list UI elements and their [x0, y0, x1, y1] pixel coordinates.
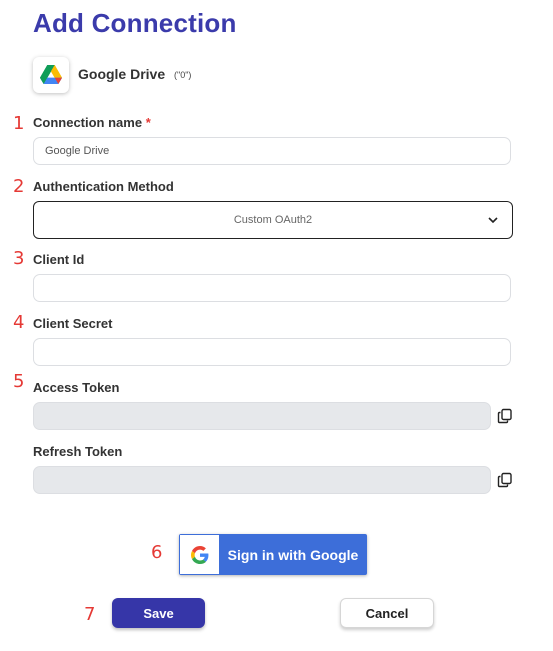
copy-refresh-token-icon[interactable] [497, 472, 513, 488]
client-secret-input[interactable] [33, 338, 511, 366]
step-number-7: 7 [84, 604, 96, 625]
google-signin-label: Sign in with Google [227, 546, 359, 563]
google-signin-button[interactable]: Sign in with Google [179, 534, 367, 575]
step-number-5: 5 [13, 371, 25, 392]
chevron-down-icon [488, 217, 498, 224]
refresh-token-label: Refresh Token [33, 444, 123, 459]
cancel-button[interactable]: Cancel [340, 598, 434, 628]
save-button[interactable]: Save [112, 598, 205, 628]
auth-method-label: Authentication Method [33, 179, 174, 194]
app-icon-tile [33, 57, 69, 93]
required-asterisk: * [145, 115, 151, 130]
step-number-6: 6 [151, 542, 163, 563]
connection-name-value: Google Drive [45, 145, 110, 157]
google-g-icon [190, 545, 208, 564]
client-id-label: Client Id [33, 252, 85, 267]
google-logo-box [180, 535, 219, 574]
step-number-4: 4 [13, 312, 25, 333]
step-number-2: 2 [13, 176, 25, 197]
step-number-3: 3 [13, 248, 25, 269]
step-number-1: 1 [13, 113, 25, 134]
refresh-token-input [33, 466, 491, 494]
connection-name-input[interactable]: Google Drive [33, 137, 511, 165]
app-version-badge: ("0") [174, 70, 192, 80]
auth-method-select[interactable]: Custom OAuth2 [33, 201, 513, 239]
app-name: Google Drive [78, 66, 166, 82]
connection-name-label-text: Connection name [33, 115, 143, 130]
connection-name-label: Connection name * [33, 115, 151, 130]
page-title: Add Connection [33, 8, 237, 38]
client-id-input[interactable] [33, 274, 511, 302]
access-token-input [33, 402, 491, 430]
google-drive-icon [40, 65, 62, 84]
client-secret-label: Client Secret [33, 316, 113, 331]
access-token-label: Access Token [33, 380, 120, 395]
auth-method-value: Custom OAuth2 [233, 214, 313, 226]
copy-access-token-icon[interactable] [497, 408, 513, 424]
